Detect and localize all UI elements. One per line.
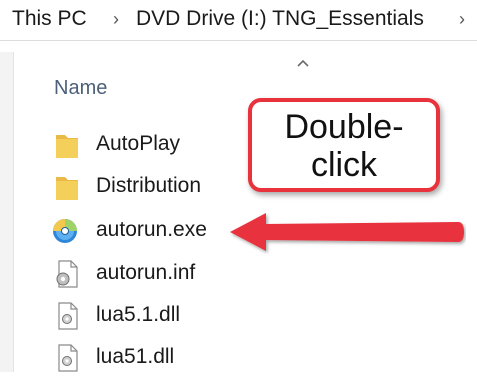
navigation-pane[interactable] [0, 52, 14, 372]
file-row-lua5-1-dll[interactable]: lua5.1.dll [50, 296, 250, 334]
breadcrumb-separator[interactable]: › [459, 6, 465, 32]
sort-ascending-icon[interactable] [296, 58, 310, 68]
folder-icon [56, 177, 78, 200]
folder-icon [56, 135, 78, 158]
file-name: lua5.1.dll [96, 303, 181, 326]
breadcrumb-item-dvd-drive[interactable]: DVD Drive (I:) TNG_Essentials [136, 6, 424, 32]
file-name: autorun.inf [96, 261, 196, 284]
file-name: AutoPlay [96, 132, 181, 155]
breadcrumb-separator[interactable]: › [113, 6, 119, 32]
file-row-autorun-exe[interactable]: autorun.exe [50, 211, 250, 249]
dll-file-icon [58, 302, 78, 330]
file-row-autoplay[interactable]: AutoPlay [50, 125, 250, 163]
file-row-distribution[interactable]: Distribution [50, 167, 250, 205]
settings-file-icon [56, 260, 78, 288]
dll-file-icon [58, 344, 78, 372]
breadcrumb-item-this-pc[interactable]: This PC [12, 6, 87, 32]
file-name: Distribution [96, 174, 202, 197]
red-arrow-icon [230, 213, 464, 251]
double-click-callout: Double- click [248, 98, 440, 192]
file-name: lua51.dll [96, 345, 175, 368]
file-name: autorun.exe [96, 218, 207, 241]
callout-text-line1: Double- [284, 108, 404, 146]
column-header-name[interactable]: Name [54, 76, 107, 100]
callout-text-line2: click [310, 146, 378, 184]
address-bar[interactable]: This PC › DVD Drive (I:) TNG_Essentials … [0, 0, 477, 41]
disc-app-icon [53, 219, 77, 243]
file-row-autorun-inf[interactable]: autorun.inf [50, 254, 250, 292]
file-row-lua51-dll[interactable]: lua51.dll [50, 338, 250, 376]
